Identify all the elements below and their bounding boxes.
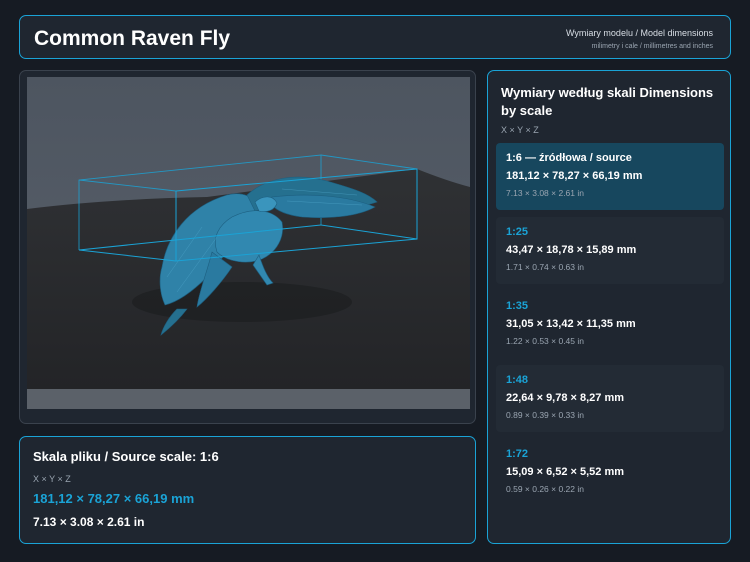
scale-dimensions-mm: 181,12 × 78,27 × 66,19 mm bbox=[506, 170, 643, 182]
model-render bbox=[27, 77, 470, 409]
source-axes-label: X × Y × Z bbox=[33, 474, 71, 484]
page-title: Common Raven Fly bbox=[34, 27, 231, 50]
scales-panel: Wymiary według skali Dimensions by scale… bbox=[487, 70, 731, 544]
model-viewer bbox=[19, 70, 476, 424]
scales-heading: Wymiary według skali Dimensions by scale bbox=[501, 85, 714, 118]
scale-ratio: 1:6 — źródłowa / source bbox=[506, 152, 632, 164]
source-dimensions-mm: 181,12 × 78,27 × 66,19 mm bbox=[33, 491, 195, 506]
header-subtitle-units: milimetry i cale / millimetres and inche… bbox=[591, 43, 713, 50]
scale-ratio: 1:72 bbox=[506, 448, 529, 460]
scale-item-1-25[interactable]: 1:25 43,47 × 18,78 × 15,89 mm 1.71 × 0.7… bbox=[496, 217, 724, 284]
scale-item-1-35[interactable]: 1:35 31,05 × 13,42 × 11,35 mm 1.22 × 0.5… bbox=[496, 291, 724, 358]
header-panel: Common Raven Fly Wymiary modelu / Model … bbox=[19, 15, 731, 59]
scale-dimensions-mm: 15,09 × 6,52 × 5,52 mm bbox=[506, 466, 625, 478]
scale-dimensions-in: 7.13 × 3.08 × 2.61 in bbox=[506, 188, 584, 198]
scale-dimensions-in: 1.71 × 0.74 × 0.63 in bbox=[506, 262, 584, 272]
source-dimensions-in: 7.13 × 3.08 × 2.61 in bbox=[33, 515, 145, 529]
scale-ratio: 1:35 bbox=[506, 300, 529, 312]
scale-ratio: 1:25 bbox=[506, 226, 529, 238]
source-scale-heading: Skala pliku / Source scale: 1:6 bbox=[33, 449, 219, 464]
scale-dimensions-in: 0.59 × 0.26 × 0.22 in bbox=[506, 484, 584, 494]
scale-dimensions-mm: 31,05 × 13,42 × 11,35 mm bbox=[506, 318, 636, 330]
scale-dimensions-mm: 22,64 × 9,78 × 8,27 mm bbox=[506, 392, 625, 404]
model-viewport[interactable] bbox=[27, 77, 470, 409]
scale-item-1-48[interactable]: 1:48 22,64 × 9,78 × 8,27 mm 0.89 × 0.39 … bbox=[496, 365, 724, 432]
scale-dimensions-in: 1.22 × 0.53 × 0.45 in bbox=[506, 336, 584, 346]
scale-dimensions-in: 0.89 × 0.39 × 0.33 in bbox=[506, 410, 584, 420]
scale-item-1-72[interactable]: 1:72 15,09 × 6,52 × 5,52 mm 0.59 × 0.26 … bbox=[496, 439, 724, 506]
scales-axes-label: X × Y × Z bbox=[501, 125, 539, 135]
scale-item-1-6[interactable]: 1:6 — źródłowa / source 181,12 × 78,27 ×… bbox=[496, 143, 724, 210]
backdrop-base bbox=[27, 389, 470, 409]
scale-dimensions-mm: 43,47 × 18,78 × 15,89 mm bbox=[506, 244, 637, 256]
scale-ratio: 1:48 bbox=[506, 374, 529, 386]
header-subtitle: Wymiary modelu / Model dimensions bbox=[566, 28, 713, 38]
source-scale-card: Skala pliku / Source scale: 1:6 X × Y × … bbox=[19, 436, 476, 544]
